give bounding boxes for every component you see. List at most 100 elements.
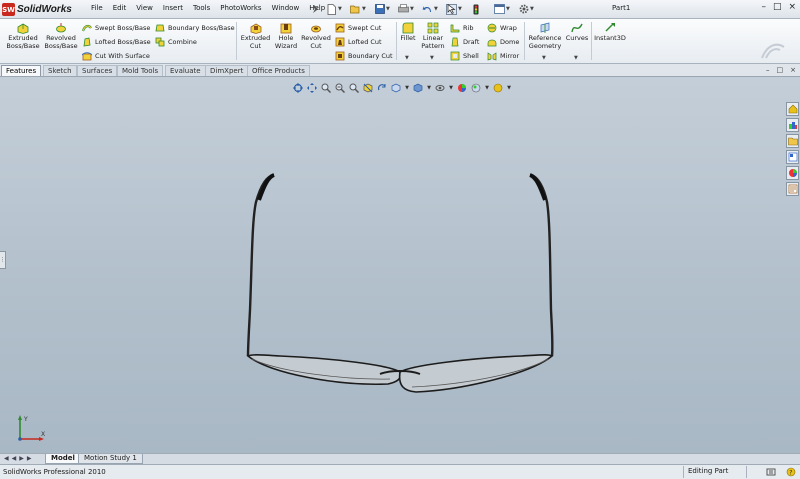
boundary-cut-button[interactable]: Boundary Cut	[335, 50, 393, 61]
tab-model[interactable]: Model	[45, 454, 81, 464]
chevron-down-icon[interactable]: ▼	[458, 6, 462, 12]
maximize-button[interactable]: □	[773, 2, 782, 12]
chevron-down-icon[interactable]: ▼	[362, 6, 366, 12]
shell-button[interactable]: Shell	[450, 50, 479, 61]
chevron-down-icon[interactable]: ▼	[386, 6, 390, 12]
options-button[interactable]: ▼	[518, 2, 540, 16]
draft-button[interactable]: Draft	[450, 36, 479, 47]
view-palette-icon[interactable]	[786, 150, 799, 164]
menu-photoworks[interactable]: PhotoWorks	[215, 3, 266, 13]
chevron-down-icon[interactable]: ▼	[410, 6, 414, 12]
tab-surfaces[interactable]: Surfaces	[77, 65, 118, 76]
menu-file[interactable]: File	[86, 3, 108, 13]
previous-view-icon[interactable]	[348, 82, 360, 93]
chevron-down-icon[interactable]: ▼	[484, 82, 490, 93]
apply-scene-icon[interactable]	[470, 82, 482, 93]
edit-appearance-icon[interactable]	[456, 82, 468, 93]
chevron-down-icon[interactable]: ▼	[506, 82, 512, 93]
chevron-down-icon[interactable]: ▼	[530, 6, 534, 12]
solidworks-resources-icon[interactable]	[786, 102, 799, 116]
tab-sketch[interactable]: Sketch	[43, 65, 77, 76]
undo-button[interactable]: ▼	[422, 2, 444, 16]
scroll-first-icon[interactable]: ◀	[4, 455, 9, 462]
rebuild-button[interactable]	[470, 2, 492, 16]
pattern-dropdown-icon[interactable]: ▼	[430, 55, 434, 61]
restore-button[interactable]: □	[777, 66, 784, 74]
custom-properties-icon[interactable]	[786, 182, 799, 196]
rotate-view-icon[interactable]	[376, 82, 388, 93]
chevron-down-icon[interactable]: ▼	[404, 82, 410, 93]
rib-button[interactable]: Rib	[450, 22, 473, 33]
scroll-last-icon[interactable]: ▶	[27, 455, 32, 462]
lofted-boss-button[interactable]: Lofted Boss/Base	[82, 36, 151, 47]
scroll-next-icon[interactable]: ▶	[19, 455, 24, 462]
chevron-down-icon[interactable]: ▼	[434, 6, 438, 12]
minimize-button[interactable]: –	[761, 2, 766, 12]
feature-manager-collapse-handle[interactable]: ⋮	[0, 251, 6, 269]
tab-mold-tools[interactable]: Mold Tools	[117, 65, 164, 76]
chevron-down-icon[interactable]: ▼	[426, 82, 432, 93]
lofted-cut-button[interactable]: Lofted Cut	[335, 36, 382, 47]
cut-with-surface-button[interactable]: Cut With Surface	[82, 50, 150, 61]
combine-button[interactable]: Combine	[155, 36, 197, 47]
help-icon[interactable]: ?	[786, 467, 796, 477]
tab-features[interactable]: Features	[1, 65, 42, 76]
pan-icon[interactable]	[306, 82, 318, 93]
linear-pattern-button[interactable]: Linear Pattern	[420, 22, 446, 50]
zoom-in-out-icon[interactable]	[334, 82, 346, 93]
curves-button[interactable]: Curves	[565, 22, 589, 43]
chevron-down-icon[interactable]: ▼	[448, 82, 454, 93]
close-button[interactable]: ×	[788, 2, 796, 12]
fillet-button[interactable]: Fillet	[398, 22, 418, 43]
rebuild-status-icon[interactable]	[766, 467, 776, 477]
tab-evaluate[interactable]: Evaluate	[165, 65, 206, 76]
eyeglasses-model[interactable]	[240, 160, 560, 400]
view-settings-icon[interactable]	[492, 82, 504, 93]
menu-tools[interactable]: Tools	[188, 3, 215, 13]
revolved-cut-button[interactable]: Revolved Cut	[300, 22, 332, 50]
hole-wizard-button[interactable]: Hole Wizard	[272, 22, 300, 50]
boundary-boss-button[interactable]: Boundary Boss/Base	[155, 22, 235, 33]
pin-menu-icon[interactable]	[311, 4, 321, 14]
extruded-boss-button[interactable]: Extruded Boss/Base	[4, 22, 42, 50]
open-button[interactable]: ▼	[350, 2, 372, 16]
menu-edit[interactable]: Edit	[108, 3, 132, 13]
zoom-to-fit-icon[interactable]	[292, 82, 304, 93]
restore-down-button[interactable]: –	[766, 66, 770, 74]
mirror-button[interactable]: Mirror	[487, 50, 519, 61]
dome-button[interactable]: Dome	[487, 36, 519, 47]
tab-dimxpert[interactable]: DimXpert	[205, 65, 249, 76]
scroll-prev-icon[interactable]: ◀	[12, 455, 17, 462]
fillet-dropdown-icon[interactable]: ▼	[405, 55, 409, 61]
save-button[interactable]: ▼	[374, 2, 396, 16]
menu-view[interactable]: View	[131, 3, 158, 13]
swept-cut-button[interactable]: Swept Cut	[335, 22, 381, 33]
curves-dropdown-icon[interactable]: ▼	[574, 55, 578, 61]
hide-show-items-icon[interactable]	[434, 82, 446, 93]
design-library-icon[interactable]	[786, 118, 799, 132]
reference-geometry-button[interactable]: Reference Geometry	[526, 22, 564, 50]
tab-office-products[interactable]: Office Products	[247, 65, 310, 76]
file-explorer-icon[interactable]	[786, 134, 799, 148]
app-logo[interactable]: SW SolidWorks	[2, 2, 72, 17]
zoom-area-icon[interactable]	[320, 82, 332, 93]
chevron-down-icon[interactable]: ▼	[506, 6, 510, 12]
close-document-button[interactable]: ×	[790, 66, 796, 74]
menu-window[interactable]: Window	[267, 3, 305, 13]
instant3d-button[interactable]: Instant3D	[593, 22, 627, 43]
appearances-icon[interactable]	[786, 166, 799, 180]
new-document-button[interactable]: ▼	[326, 2, 348, 16]
wrap-button[interactable]: Wrap	[487, 22, 517, 33]
swept-boss-button[interactable]: Swept Boss/Base	[82, 22, 150, 33]
file-properties-button[interactable]: ▼	[494, 2, 516, 16]
select-button[interactable]: ▼	[446, 2, 468, 16]
revolved-boss-button[interactable]: Revolved Boss/Base	[43, 22, 79, 50]
print-button[interactable]: ▼	[398, 2, 420, 16]
section-view-icon[interactable]	[362, 82, 374, 93]
display-style-icon[interactable]	[412, 82, 424, 93]
chevron-down-icon[interactable]: ▼	[338, 6, 342, 12]
view-orientation-icon[interactable]	[390, 82, 402, 93]
menu-insert[interactable]: Insert	[158, 3, 188, 13]
reference-geometry-dropdown-icon[interactable]: ▼	[542, 55, 546, 61]
extruded-cut-button[interactable]: Extruded Cut	[239, 22, 272, 50]
